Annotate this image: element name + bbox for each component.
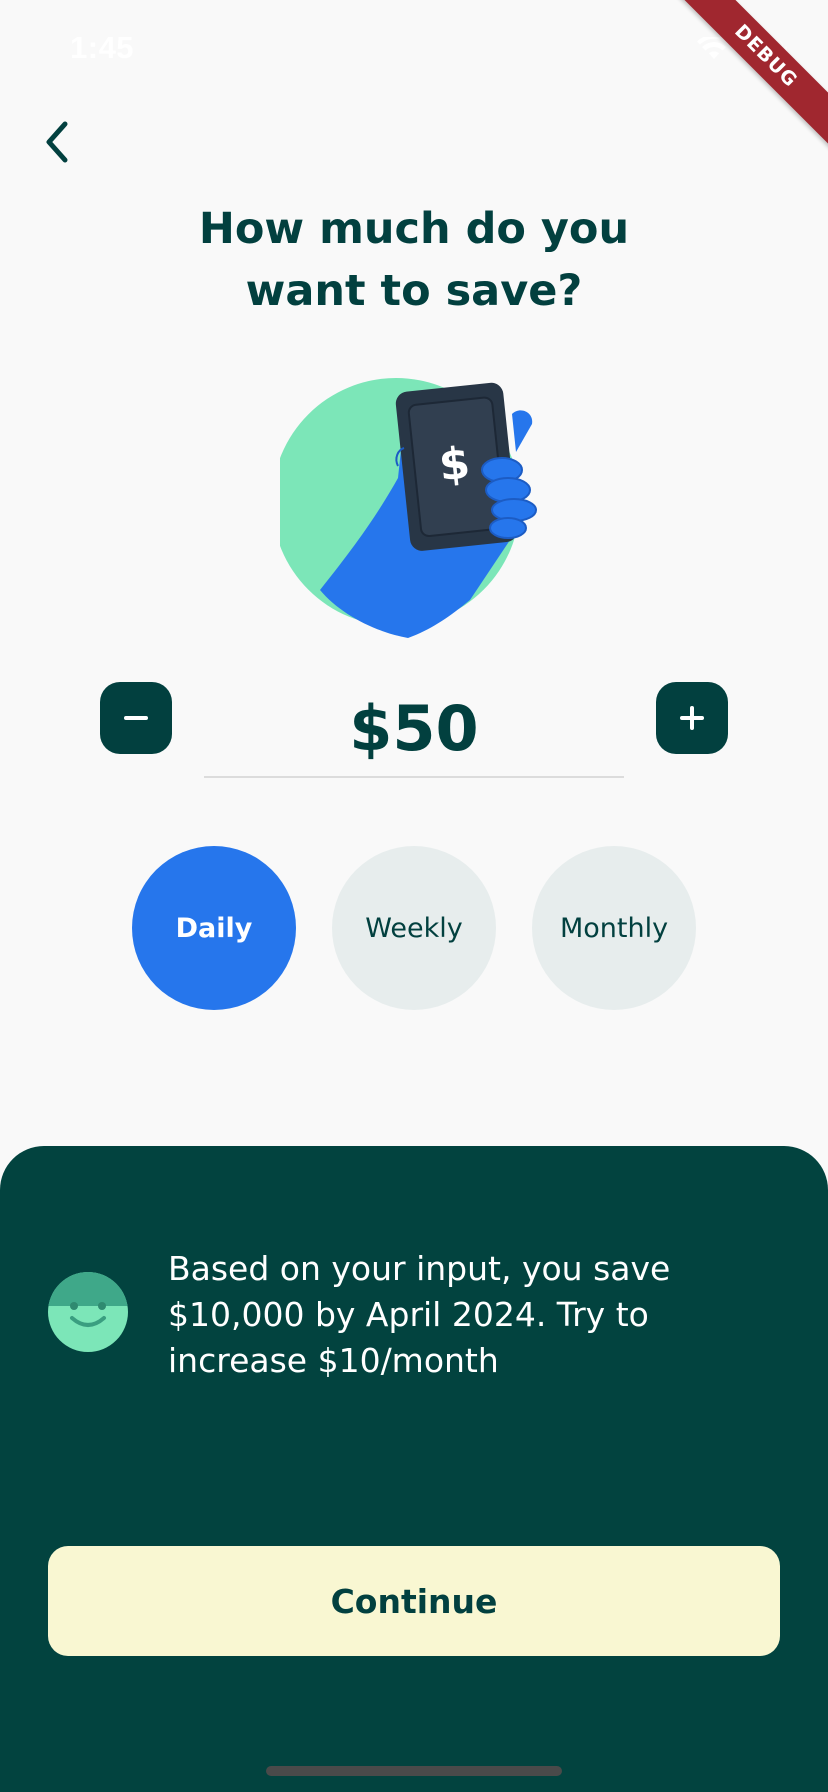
debug-ribbon: DEBUG	[668, 0, 828, 154]
minus-icon	[124, 716, 148, 720]
frequency-weekly-option[interactable]: Weekly	[332, 846, 496, 1010]
page-title: How much do you want to save?	[114, 198, 714, 322]
status-bar: 1:45 DEBUG	[0, 0, 828, 154]
continue-button[interactable]: Continue	[48, 1546, 780, 1656]
savings-info-text: Based on your input, you save $10,000 by…	[168, 1249, 671, 1380]
page-title-line2: want to save?	[245, 266, 583, 316]
chevron-left-icon	[46, 121, 68, 163]
page-title-line1: How much do you	[198, 204, 630, 254]
plus-icon	[680, 706, 704, 730]
amount-input[interactable]: $50	[204, 680, 624, 778]
status-time: 1:45	[70, 30, 135, 65]
back-button[interactable]	[34, 112, 78, 172]
home-indicator	[266, 1766, 562, 1776]
smiley-icon	[48, 1272, 128, 1352]
bottom-panel: Based on your input, you save $10,000 by…	[0, 1146, 828, 1792]
frequency-monthly-option[interactable]: Monthly	[532, 846, 696, 1010]
svg-text:$: $	[437, 438, 473, 492]
decrease-amount-button[interactable]	[100, 682, 172, 754]
increase-amount-button[interactable]	[656, 682, 728, 754]
hand-phone-illustration: $	[280, 378, 537, 638]
frequency-daily-option[interactable]: Daily	[132, 846, 296, 1010]
